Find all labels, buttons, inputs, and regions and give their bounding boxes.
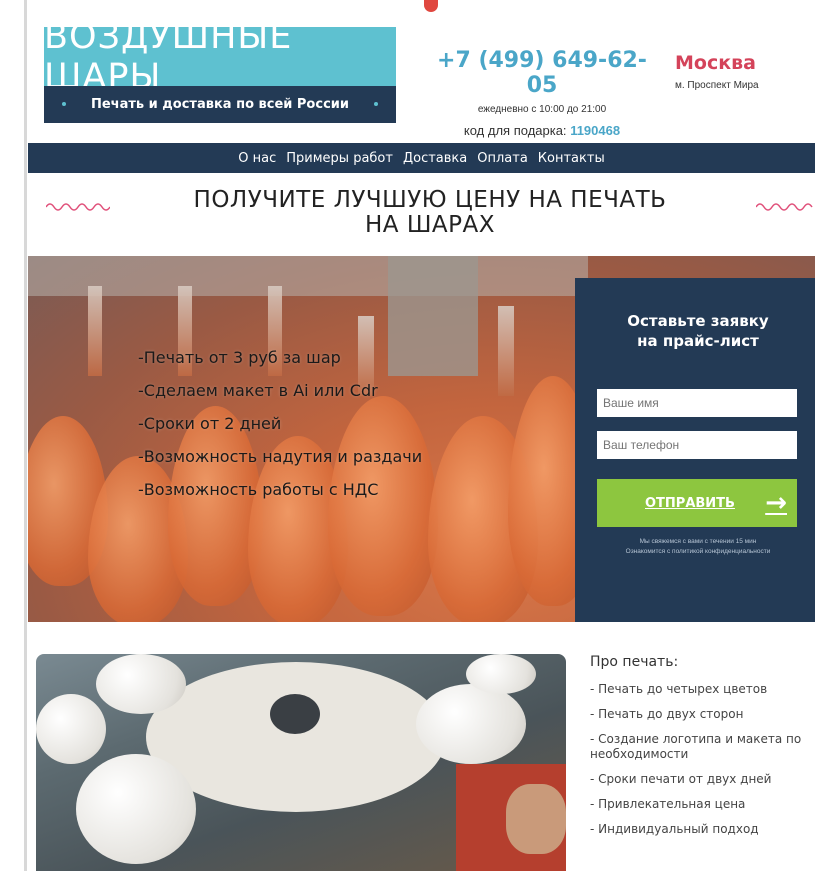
privacy-policy-link[interactable]: Ознакомится с политикой конфиденциальнос… [597,547,799,557]
form-note: Мы свяжемся с вами с течении 15 мин Озна… [597,537,799,557]
feature-item: -Сроки от 2 дней [138,414,282,433]
about-item: - Привлекательная цена [590,797,746,811]
about-item: - Печать до двух сторон [590,707,744,721]
white-balloon [36,694,106,764]
logo-subtitle-bar: Печать и доставка по всей России [44,86,396,123]
city-name: Москва [675,52,756,74]
about-list: - Печать до четырех цветов - Печать до д… [590,682,810,837]
about-item: - Создание логотипа и макета по необходи… [590,732,802,761]
about-item: - Сроки печати от двух дней [590,772,772,786]
site-logo[interactable]: ВОЗДУШНЫЕ ШАРЫ Печать и доставка по всей… [44,17,396,123]
callback-note: Мы свяжемся с вами с течении 15 мин [639,538,757,545]
arrow-right-icon: → [765,488,787,518]
operator-hand [506,784,566,854]
phone-number[interactable]: +7 (499) 649-62-05 [434,48,650,98]
about-title: Про печать: [590,654,679,670]
wave-decoration-left [46,203,110,211]
city-block: Москва м. Проспект Мира [675,52,785,91]
about-item: - Индивидуальный подход [590,822,759,836]
headline-line-1: ПОЛУЧИТЕ ЛУЧШУЮ ЦЕНУ НА ПЕЧАТЬ [193,187,667,213]
wave-decoration-right [756,203,813,211]
submit-button[interactable]: ОТПРАВИТЬ → [597,479,797,527]
nav-item-portfolio[interactable]: Примеры работ [286,151,393,166]
hero-banner: -Печать от 3 руб за шар -Сделаем макет в… [28,256,815,622]
gift-code-line: код для подарка: 1190468 [434,123,650,138]
about-printing: Про печать: - Печать до четырех цветов -… [590,654,810,847]
form-title-line-2: на прайс-лист [637,332,759,350]
logo-dot-icon [374,102,378,106]
machine-rack [28,256,588,296]
form-title: Оставьте заявку на прайс-лист [597,311,799,351]
main-nav: О нас Примеры работ Доставка Оплата Конт… [28,143,815,173]
logo-dot-icon [62,102,66,106]
white-balloon [76,754,196,864]
logo-title: ВОЗДУШНЫЕ ШАРЫ [44,17,396,97]
feature-list: -Печать от 3 руб за шар -Сделаем макет в… [138,348,422,513]
working-hours: ежедневно с 10:00 до 21:00 [477,104,607,115]
nav-item-contacts[interactable]: Контакты [538,151,605,166]
left-border-line [24,0,27,871]
phone-input[interactable] [597,431,797,459]
nav-item-payment[interactable]: Оплата [477,151,528,166]
feature-item: -Возможность работы с НДС [138,480,379,499]
about-item: - Печать до четырех цветов [590,682,768,696]
white-balloon [96,654,186,714]
nav-item-delivery[interactable]: Доставка [403,151,467,166]
name-input[interactable] [597,389,797,417]
form-title-line-1: Оставьте заявку [627,312,769,330]
feature-item: -Печать от 3 руб за шар [138,348,341,367]
nav-item-about[interactable]: О нас [238,151,276,166]
logo-subtitle: Печать и доставка по всей России [90,97,349,112]
top-decoration [424,0,438,12]
printing-machine-photo [36,654,566,871]
white-balloon [416,684,526,764]
contact-block: +7 (499) 649-62-05 ежедневно с 10:00 до … [434,48,650,138]
page-headline: ПОЛУЧИТЕ ЛУЧШУЮ ЦЕНУ НА ПЕЧАТЬ НА ШАРАХ [150,188,710,238]
white-balloon [466,654,536,694]
price-request-form: Оставьте заявку на прайс-лист ОТПРАВИТЬ … [575,278,815,622]
headline-line-2: НА ШАРАХ [364,212,496,238]
turntable-hub [270,694,320,734]
feature-item: -Возможность надутия и раздачи [138,447,423,466]
balloon-neck [88,286,102,376]
feature-item: -Сделаем макет в Ai или Cdr [138,381,378,400]
metro-station: м. Проспект Мира [675,80,759,91]
gift-code-value: 1190468 [570,123,621,138]
submit-button-label: ОТПРАВИТЬ [645,495,735,511]
balloon-neck [498,306,514,396]
gift-code-label: код для подарка: [463,123,567,138]
